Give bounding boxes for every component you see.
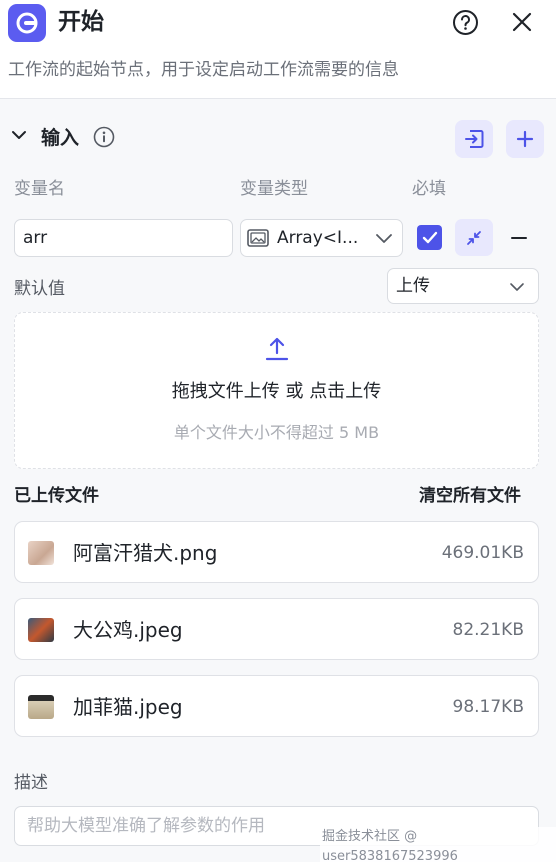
variable-type-value: Array<I... bbox=[277, 228, 359, 248]
section-title: 输入 bbox=[41, 127, 80, 149]
file-row[interactable]: 大公鸡.jpeg 82.21KB bbox=[14, 598, 539, 660]
chevron-down-icon bbox=[376, 234, 392, 243]
file-name: 阿富汗猎犬.png bbox=[73, 541, 218, 565]
node-description: 工作流的起始节点，用于设定启动工作流需要的信息 bbox=[8, 60, 399, 80]
dropzone-hint-text: 单个文件大小不得超过 5 MB bbox=[173, 423, 380, 442]
uploaded-files-title: 已上传文件 bbox=[14, 486, 99, 506]
import-icon bbox=[465, 130, 484, 148]
help-icon bbox=[453, 10, 478, 35]
minus-icon bbox=[511, 237, 527, 239]
column-label-type: 变量类型 bbox=[240, 179, 308, 199]
file-thumbnail bbox=[28, 541, 54, 565]
remove-variable-button[interactable] bbox=[509, 226, 529, 250]
file-name: 大公鸡.jpeg bbox=[73, 618, 183, 642]
collapse-arrows-icon bbox=[467, 230, 481, 245]
variable-type-select[interactable]: Array<I... bbox=[240, 219, 403, 257]
column-label-required: 必填 bbox=[412, 179, 446, 199]
file-thumbnail bbox=[28, 695, 54, 719]
page-title: 开始 bbox=[58, 9, 104, 35]
help-button[interactable] bbox=[452, 9, 479, 36]
variable-name-input[interactable]: arr bbox=[14, 219, 233, 257]
default-value-mode: 上传 bbox=[396, 276, 430, 296]
file-thumbnail bbox=[28, 618, 54, 642]
info-icon[interactable] bbox=[93, 126, 115, 148]
file-size: 469.01KB bbox=[441, 543, 524, 563]
plus-icon bbox=[516, 130, 534, 148]
default-value-mode-select[interactable]: 上传 bbox=[387, 268, 539, 304]
file-size: 82.21KB bbox=[452, 620, 524, 640]
image-array-icon bbox=[247, 229, 269, 247]
check-icon bbox=[422, 231, 437, 243]
file-size: 98.17KB bbox=[452, 697, 524, 717]
input-section-header[interactable]: 输入 bbox=[0, 116, 556, 160]
node-header: 开始 bbox=[0, 0, 556, 48]
form-panel bbox=[0, 99, 556, 862]
start-node-icon bbox=[8, 4, 46, 42]
file-name: 加菲猫.jpeg bbox=[73, 695, 183, 719]
close-button[interactable] bbox=[510, 10, 534, 34]
import-button[interactable] bbox=[455, 120, 493, 158]
collapse-button[interactable] bbox=[455, 219, 493, 256]
clear-all-files-button[interactable]: 清空所有文件 bbox=[419, 484, 521, 508]
default-value-label: 默认值 bbox=[14, 279, 65, 299]
dropzone-main-text: 拖拽文件上传 或 点击上传 bbox=[171, 381, 382, 402]
watermark: 掘金技术社区 @ user5838167523996 bbox=[320, 827, 556, 862]
close-icon bbox=[512, 12, 532, 32]
file-dropzone[interactable]: 拖拽文件上传 或 点击上传 单个文件大小不得超过 5 MB bbox=[14, 312, 539, 469]
file-row[interactable]: 阿富汗猎犬.png 469.01KB bbox=[14, 521, 539, 583]
chevron-down-icon bbox=[510, 283, 524, 291]
column-label-name: 变量名 bbox=[14, 179, 65, 199]
add-variable-button[interactable] bbox=[506, 120, 544, 158]
upload-icon bbox=[265, 337, 289, 361]
required-checkbox[interactable] bbox=[417, 225, 442, 250]
file-row[interactable]: 加菲猫.jpeg 98.17KB bbox=[14, 675, 539, 737]
chevron-down-icon[interactable] bbox=[10, 126, 28, 144]
describe-label: 描述 bbox=[14, 773, 48, 793]
